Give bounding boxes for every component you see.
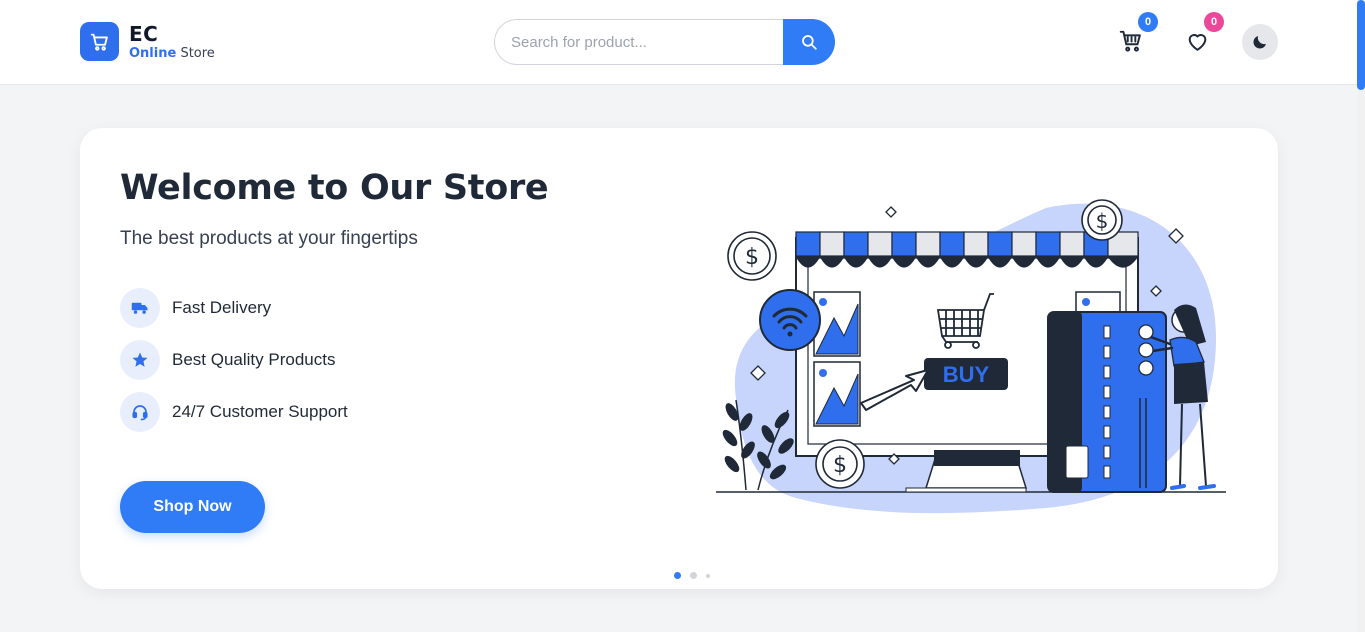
hero-subtitle: The best products at your fingertips — [120, 228, 418, 249]
feature-item: Best Quality Products — [120, 340, 348, 380]
dollar-coin-icon: $ — [1096, 209, 1109, 233]
cart-icon — [80, 22, 119, 61]
site-header: EC Online Store 0 0 — [0, 0, 1357, 85]
search-bar — [494, 19, 835, 65]
wishlist-button[interactable]: 0 — [1182, 12, 1224, 56]
dollar-coin-icon: $ — [833, 453, 847, 478]
brand-name: EC — [129, 21, 159, 46]
wishlist-count-badge: 0 — [1204, 12, 1224, 32]
moon-icon — [1253, 36, 1266, 49]
cart-button[interactable]: 0 — [1116, 12, 1158, 56]
carousel-indicators — [674, 572, 710, 579]
cart-count-badge: 0 — [1138, 12, 1158, 32]
carousel-dot[interactable] — [706, 573, 710, 578]
feature-list: Fast Delivery Best Quality Products 24/7… — [120, 288, 348, 444]
search-button[interactable] — [783, 19, 835, 65]
shop-now-button[interactable]: Shop Now — [120, 481, 265, 533]
star-icon — [120, 340, 160, 380]
feature-item: 24/7 Customer Support — [120, 392, 348, 432]
buy-label: BUY — [943, 362, 990, 387]
search-input[interactable] — [494, 19, 783, 65]
feature-label: Fast Delivery — [172, 298, 272, 317]
search-icon — [802, 35, 817, 50]
theme-toggle-button[interactable] — [1242, 24, 1278, 60]
brand-tagline: Online Store — [129, 45, 215, 61]
feature-label: 24/7 Customer Support — [172, 402, 348, 421]
cart-icon — [1119, 30, 1141, 52]
hero-title: Welcome to Our Store — [120, 168, 549, 208]
heart-icon — [1188, 33, 1206, 51]
hero-banner: Welcome to Our Store The best products a… — [80, 128, 1278, 589]
page-scrollbar[interactable] — [1357, 0, 1365, 632]
feature-item: Fast Delivery — [120, 288, 348, 328]
truck-icon — [120, 288, 160, 328]
store-illustration: BUY $ $ $ — [716, 199, 1226, 514]
brand-logo[interactable]: EC Online Store — [80, 22, 215, 61]
feature-label: Best Quality Products — [172, 350, 336, 369]
scrollbar-thumb[interactable] — [1357, 0, 1365, 90]
headset-icon — [120, 392, 160, 432]
carousel-dot[interactable] — [690, 572, 697, 579]
carousel-dot[interactable] — [674, 572, 681, 579]
dollar-coin-icon: $ — [745, 245, 759, 270]
